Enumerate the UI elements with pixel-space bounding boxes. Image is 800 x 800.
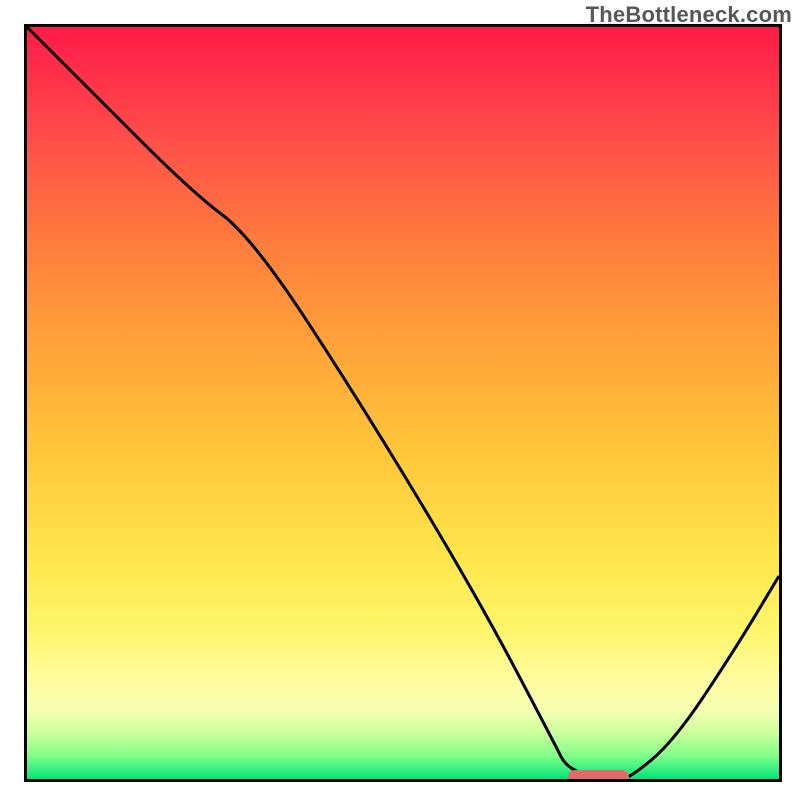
- optimal-range-marker: [568, 770, 628, 782]
- bottleneck-curve: [27, 27, 779, 779]
- chart-container: TheBottleneck.com: [0, 0, 800, 800]
- plot-frame: [24, 24, 782, 782]
